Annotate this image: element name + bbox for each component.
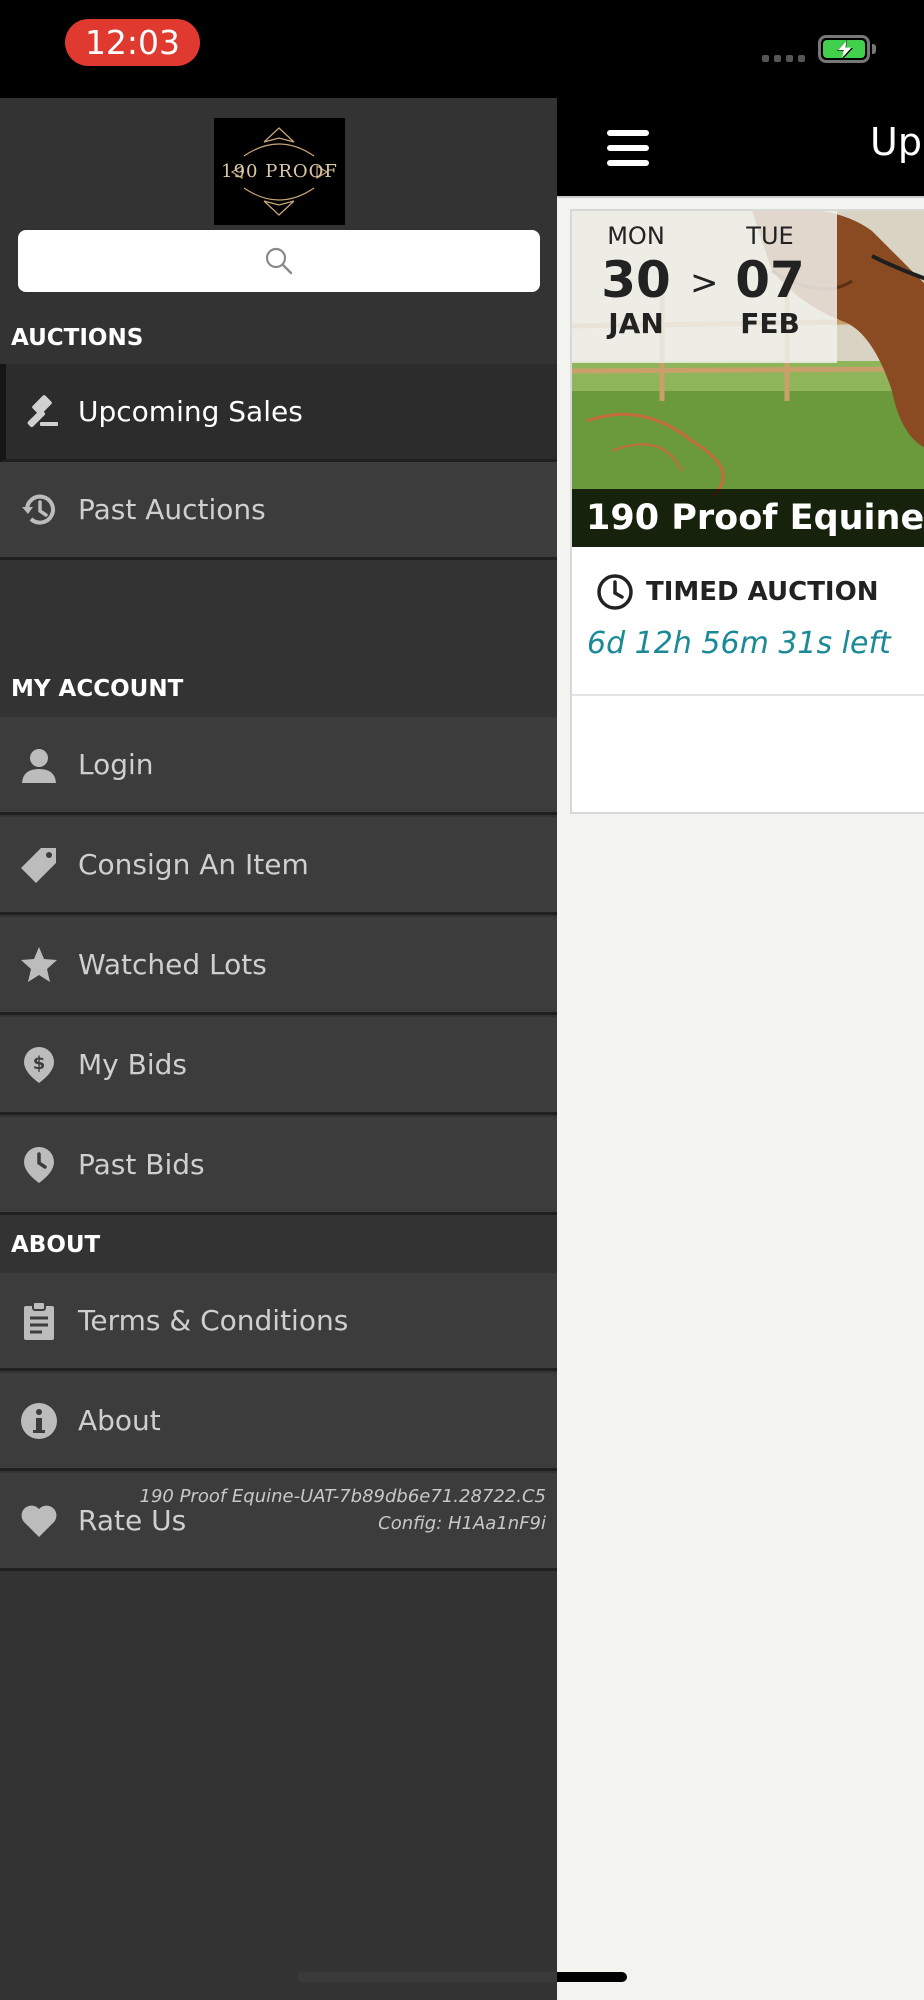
- main-content: Up MON 30 JAN > TUE 07 FEB 190 Proof Equ…: [557, 98, 924, 2000]
- config-line: Config: H1Aa1nF9i: [378, 1513, 546, 1534]
- end-dow: TUE: [746, 222, 794, 250]
- battery-nub: [872, 44, 876, 54]
- gavel-icon: [6, 392, 78, 432]
- start-dow: MON: [607, 222, 665, 250]
- auction-card[interactable]: MON 30 JAN > TUE 07 FEB 190 Proof Equine…: [570, 209, 924, 814]
- side-drawer: 190 PROOF AUCTIONS Upcoming Sales Past A…: [0, 98, 627, 2000]
- tag-icon: [0, 845, 78, 885]
- status-time: 12:03: [65, 19, 200, 66]
- bid-location-icon: $: [0, 1045, 78, 1085]
- user-icon: [0, 745, 78, 785]
- date-range: MON 30 JAN > TUE 07 FEB: [572, 211, 837, 363]
- section-header-my-account: MY ACCOUNT: [11, 676, 184, 702]
- menu-item-watched-lots[interactable]: Watched Lots: [0, 917, 557, 1015]
- auction-type-label: TIMED AUCTION: [646, 577, 879, 607]
- section-header-auctions: AUCTIONS: [11, 325, 144, 351]
- brand-logo: 190 PROOF: [214, 118, 345, 225]
- menu-label: Login: [78, 748, 154, 781]
- history-icon: [0, 490, 78, 530]
- battery-charging-icon: [818, 35, 870, 63]
- search-icon: [265, 247, 293, 275]
- home-indicator-tail: [557, 1972, 627, 1982]
- menu-item-past-bids[interactable]: Past Bids: [0, 1117, 557, 1215]
- clipboard-icon: [0, 1300, 78, 1341]
- svg-text:$: $: [33, 1053, 46, 1074]
- status-bar: 12:03: [0, 0, 924, 98]
- menu-label: Upcoming Sales: [78, 395, 303, 428]
- end-month: FEB: [740, 307, 800, 340]
- menu-label: Consign An Item: [78, 848, 309, 881]
- menu-item-consign-an-item[interactable]: Consign An Item: [0, 817, 557, 915]
- past-bid-clock-icon: [0, 1145, 78, 1185]
- auction-title: 190 Proof Equine S: [572, 489, 924, 547]
- clock-icon: [597, 574, 633, 610]
- menu-label: Terms & Conditions: [78, 1304, 349, 1337]
- star-icon: [0, 945, 78, 985]
- info-icon: [0, 1401, 78, 1441]
- heart-icon: [0, 1501, 78, 1541]
- menu-item-terms-conditions[interactable]: Terms & Conditions: [0, 1273, 557, 1371]
- menu-item-my-bids[interactable]: $ My Bids: [0, 1017, 557, 1115]
- menu-label: Past Bids: [78, 1148, 205, 1181]
- end-day: 07: [735, 251, 805, 309]
- menu-item-past-auctions[interactable]: Past Auctions: [0, 462, 557, 560]
- menu-item-upcoming-sales[interactable]: Upcoming Sales: [0, 364, 557, 462]
- start-month: JAN: [608, 307, 664, 340]
- card-divider: [572, 694, 924, 696]
- menu-item-login[interactable]: Login: [0, 717, 557, 815]
- end-date: TUE 07 FEB: [720, 221, 820, 339]
- page-title: Up: [870, 120, 922, 164]
- auction-type: TIMED AUCTION: [596, 573, 878, 611]
- section-header-about: ABOUT: [11, 1232, 101, 1258]
- start-day: 30: [601, 251, 671, 309]
- version-line: 190 Proof Equine-UAT-7b89db6e71.28722.C5: [139, 1486, 547, 1507]
- menu-label: Watched Lots: [78, 948, 267, 981]
- menu-label: About: [78, 1404, 161, 1437]
- menu-label: Past Auctions: [78, 493, 266, 526]
- time-left: 6d 12h 56m 31s left: [587, 626, 891, 661]
- hamburger-menu-icon[interactable]: [607, 130, 649, 166]
- menu-label: My Bids: [78, 1048, 187, 1081]
- version-info: 190 Proof Equine-UAT-7b89db6e71.28722.C5…: [140, 1483, 547, 1537]
- menu-item-about[interactable]: About: [0, 1373, 557, 1471]
- search-input[interactable]: [18, 230, 540, 292]
- signal-icon: [762, 55, 805, 62]
- date-separator: >: [690, 263, 719, 303]
- logo-text: 190 PROOF: [221, 161, 338, 182]
- top-navbar: Up: [557, 98, 924, 198]
- start-date: MON 30 JAN: [586, 221, 686, 339]
- auction-image: MON 30 JAN > TUE 07 FEB 190 Proof Equine…: [572, 211, 924, 547]
